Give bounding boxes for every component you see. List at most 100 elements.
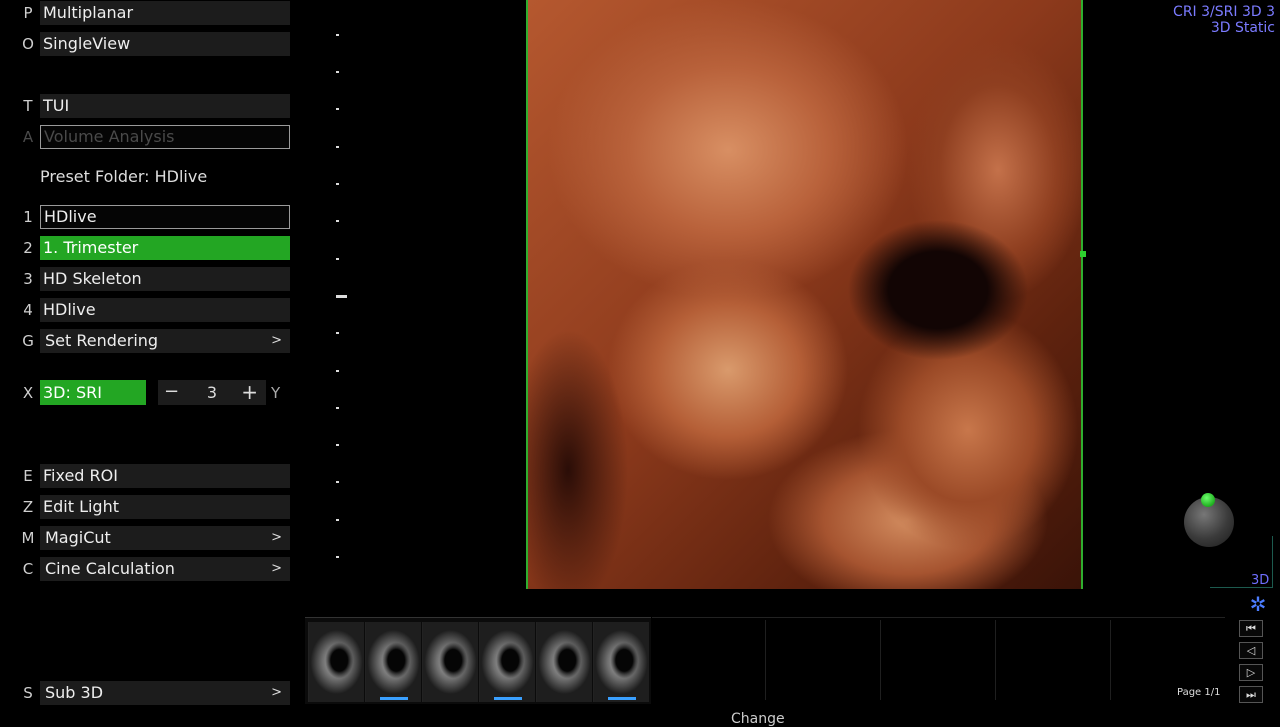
thumbnail-bar [380, 697, 408, 700]
mode-text: 3D Static [1210, 20, 1275, 36]
chevron-right-icon: > [271, 561, 282, 576]
hotkey: Y [271, 384, 281, 402]
fixed-roi-button[interactable]: Fixed ROI [40, 464, 290, 488]
hotkey: 3 [23, 270, 33, 288]
preset-folder-label: Preset Folder: HDlive [40, 167, 208, 186]
hotkey: 2 [23, 239, 33, 257]
plus-icon[interactable]: + [241, 380, 258, 404]
change-label: Change [731, 711, 785, 727]
label-3d: 3D [1251, 573, 1270, 588]
scale-tick [336, 556, 339, 558]
hotkey: M [21, 529, 35, 547]
preset-item-2[interactable]: 2 1. Trimester [0, 235, 300, 261]
set-rendering-label: Set Rendering [45, 331, 159, 350]
hotkey: E [23, 467, 33, 485]
thumbnail-bar [608, 697, 636, 700]
minus-icon[interactable]: − [164, 380, 179, 404]
scale-tick [336, 108, 339, 110]
hotkey: X [22, 384, 34, 402]
tui-button[interactable]: TUI [40, 94, 290, 118]
singleview-button[interactable]: SingleView [40, 32, 290, 56]
render-mode-row: X 3D: SRI − 3 + Y [0, 380, 300, 406]
chevron-right-icon: > [271, 530, 282, 545]
clipboard-thumbnails [305, 617, 651, 704]
magicut-button[interactable]: MagiCut > [40, 526, 290, 550]
scale-tick [336, 146, 339, 148]
chevron-right-icon: > [271, 333, 282, 348]
thumbnail[interactable] [422, 622, 478, 702]
first-page-icon[interactable]: ⏮ [1239, 620, 1263, 637]
magicut-label: MagiCut [45, 528, 111, 547]
menu-row-singleview[interactable]: O SingleView [0, 31, 300, 57]
orientation-dot [1201, 493, 1215, 507]
cine-calculation-button[interactable]: Cine Calculation > [40, 557, 290, 581]
menu-row-tui[interactable]: T TUI [0, 93, 300, 119]
hotkey: Z [22, 498, 34, 516]
render-quality-stepper[interactable]: − 3 + [158, 380, 266, 405]
clip-divider [1110, 620, 1111, 700]
scale-tick [336, 519, 339, 521]
sub3d-button[interactable]: Sub 3D > [40, 681, 290, 705]
preset-item-3[interactable]: 3 HD Skeleton [0, 266, 300, 292]
scale-tick [336, 71, 339, 73]
corner-line [1272, 536, 1273, 588]
edit-light-button[interactable]: Edit Light [40, 495, 290, 519]
menu-row-volume-analysis: A Volume Analysis [0, 124, 300, 150]
hotkey: P [23, 4, 33, 22]
menu-row-fixed-roi[interactable]: E Fixed ROI [0, 463, 300, 489]
hotkey: O [22, 35, 34, 53]
thumbnail[interactable] [365, 622, 421, 702]
preset-hdlive-button[interactable]: HDlive [40, 205, 290, 229]
thumbnail[interactable] [308, 622, 364, 702]
scale-tick [336, 183, 339, 185]
clip-divider [765, 620, 766, 700]
sub3d-label: Sub 3D [45, 683, 104, 702]
depth-scale [332, 0, 352, 600]
gear-icon[interactable]: ✲ [1247, 593, 1269, 615]
preset-hd-skeleton-button[interactable]: HD Skeleton [40, 267, 290, 291]
hotkey: 4 [23, 301, 33, 319]
next-page-icon[interactable]: ▷ [1239, 664, 1263, 681]
render-viewport[interactable] [526, 0, 1083, 589]
menu-row-sub3d[interactable]: S Sub 3D > [0, 680, 300, 706]
preset-item-4[interactable]: 4 HDlive [0, 297, 300, 323]
menu-row-magicut[interactable]: M MagiCut > [0, 525, 300, 551]
render-settings-text: CRI 3/SRI 3D 3 [1173, 4, 1275, 20]
menu-row-edit-light[interactable]: Z Edit Light [0, 494, 300, 520]
clip-divider [995, 620, 996, 700]
volume-analysis-button: Volume Analysis [40, 125, 290, 149]
stepper-value: 3 [206, 383, 218, 402]
hotkey: T [23, 97, 33, 115]
hotkey: S [23, 684, 33, 702]
thumbnail-bar [494, 697, 522, 700]
scale-tick [336, 34, 339, 36]
last-page-icon[interactable]: ⏭ [1239, 686, 1263, 703]
preset-item-1[interactable]: 1 HDlive [0, 204, 300, 230]
scale-tick [336, 370, 339, 372]
render-mode-button[interactable]: 3D: SRI [40, 380, 146, 405]
thumbnail[interactable] [536, 622, 592, 702]
scale-tick [336, 220, 339, 222]
preset-trimester-button[interactable]: 1. Trimester [40, 236, 290, 260]
scale-tick [336, 444, 339, 446]
scale-tick [336, 481, 339, 483]
menu-row-multiplanar[interactable]: P Multiplanar [0, 0, 300, 26]
preset-hdlive-2-button[interactable]: HDlive [40, 298, 290, 322]
roi-handle[interactable] [1080, 251, 1086, 257]
clip-divider [880, 620, 881, 700]
cine-calculation-label: Cine Calculation [45, 559, 175, 578]
clipboard-empty-area [652, 617, 1225, 704]
thumbnail[interactable] [479, 622, 535, 702]
scale-tick [336, 407, 339, 409]
menu-row-set-rendering[interactable]: G Set Rendering > [0, 328, 300, 354]
page-indicator: Page 1/1 [1177, 687, 1221, 698]
hotkey: C [22, 560, 34, 578]
scale-tick-major [336, 295, 347, 298]
prev-page-icon[interactable]: ◁ [1239, 642, 1263, 659]
set-rendering-button[interactable]: Set Rendering > [40, 329, 290, 353]
menu-row-cine-calculation[interactable]: C Cine Calculation > [0, 556, 300, 582]
thumbnail[interactable] [593, 622, 649, 702]
hotkey: G [22, 332, 34, 350]
hotkey: A [22, 128, 34, 146]
multiplanar-button[interactable]: Multiplanar [40, 1, 290, 25]
